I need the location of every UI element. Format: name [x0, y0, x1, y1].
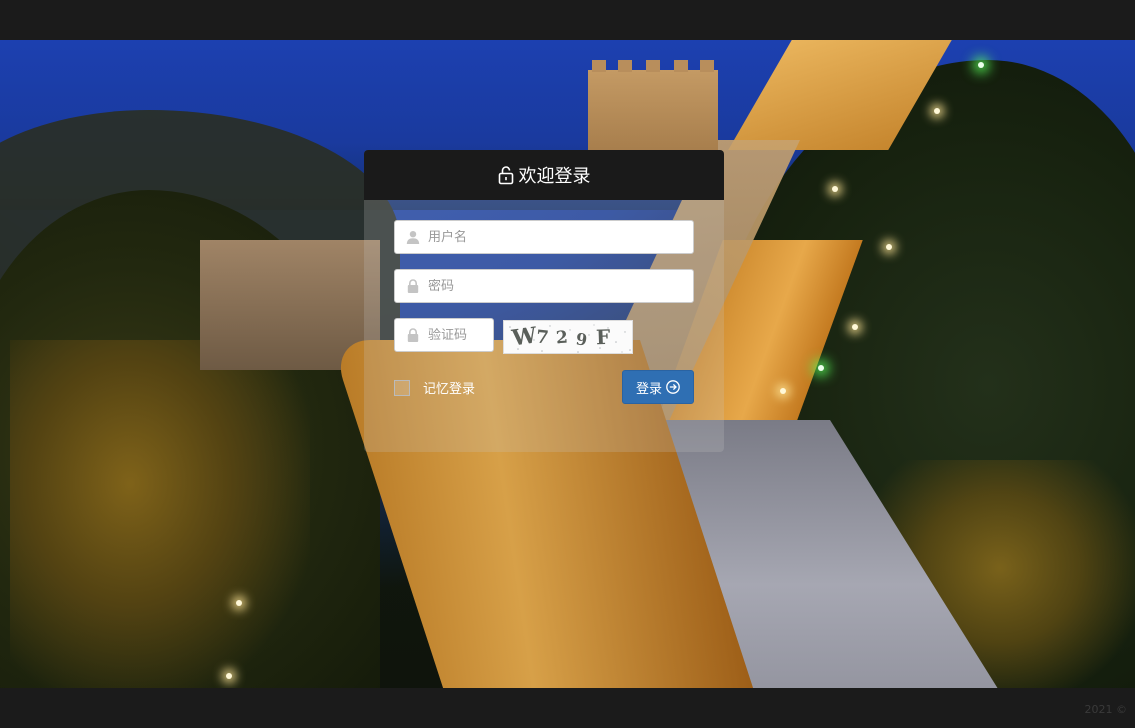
login-panel: 欢迎登录 用户名 验证码 W 7 2 9 F 记忆登录 登录 [364, 150, 724, 452]
bottom-bar [0, 688, 1135, 728]
lock-icon [498, 166, 513, 185]
copyright-text: 2021 © [1084, 703, 1128, 716]
lock-icon [407, 328, 419, 342]
top-bar [0, 0, 1135, 40]
captcha-char: 7 [534, 326, 550, 349]
login-button-label: 登录 [635, 381, 662, 397]
username-input[interactable] [428, 229, 693, 245]
lamp [780, 388, 786, 394]
panel-header: 欢迎登录 [364, 150, 724, 200]
remember-me[interactable]: 记忆登录 [394, 378, 475, 397]
login-button[interactable]: 登录 [622, 370, 694, 404]
remember-checkbox[interactable] [394, 379, 410, 396]
user-icon [406, 231, 420, 244]
arrow-right-circle-icon [666, 380, 680, 394]
captcha-input[interactable] [428, 327, 493, 343]
lamp [818, 365, 824, 371]
lamp [236, 600, 242, 606]
remember-label: 记忆登录 [423, 382, 476, 397]
lamp [934, 108, 940, 114]
password-field[interactable] [394, 269, 694, 303]
login-title: 欢迎登录 [518, 166, 591, 187]
foliage [10, 340, 310, 688]
password-input[interactable] [428, 278, 693, 294]
lamp [978, 62, 984, 68]
captcha-image[interactable]: W 7 2 9 F [503, 320, 633, 354]
captcha-char: F [595, 324, 611, 350]
lock-icon [407, 279, 419, 293]
captcha-char: 2 [555, 327, 569, 349]
username-field[interactable] [394, 220, 694, 254]
lamp [832, 186, 838, 192]
lamp [886, 244, 892, 250]
captcha-field[interactable] [394, 318, 494, 352]
lamp [852, 324, 858, 330]
lamp [226, 673, 232, 679]
